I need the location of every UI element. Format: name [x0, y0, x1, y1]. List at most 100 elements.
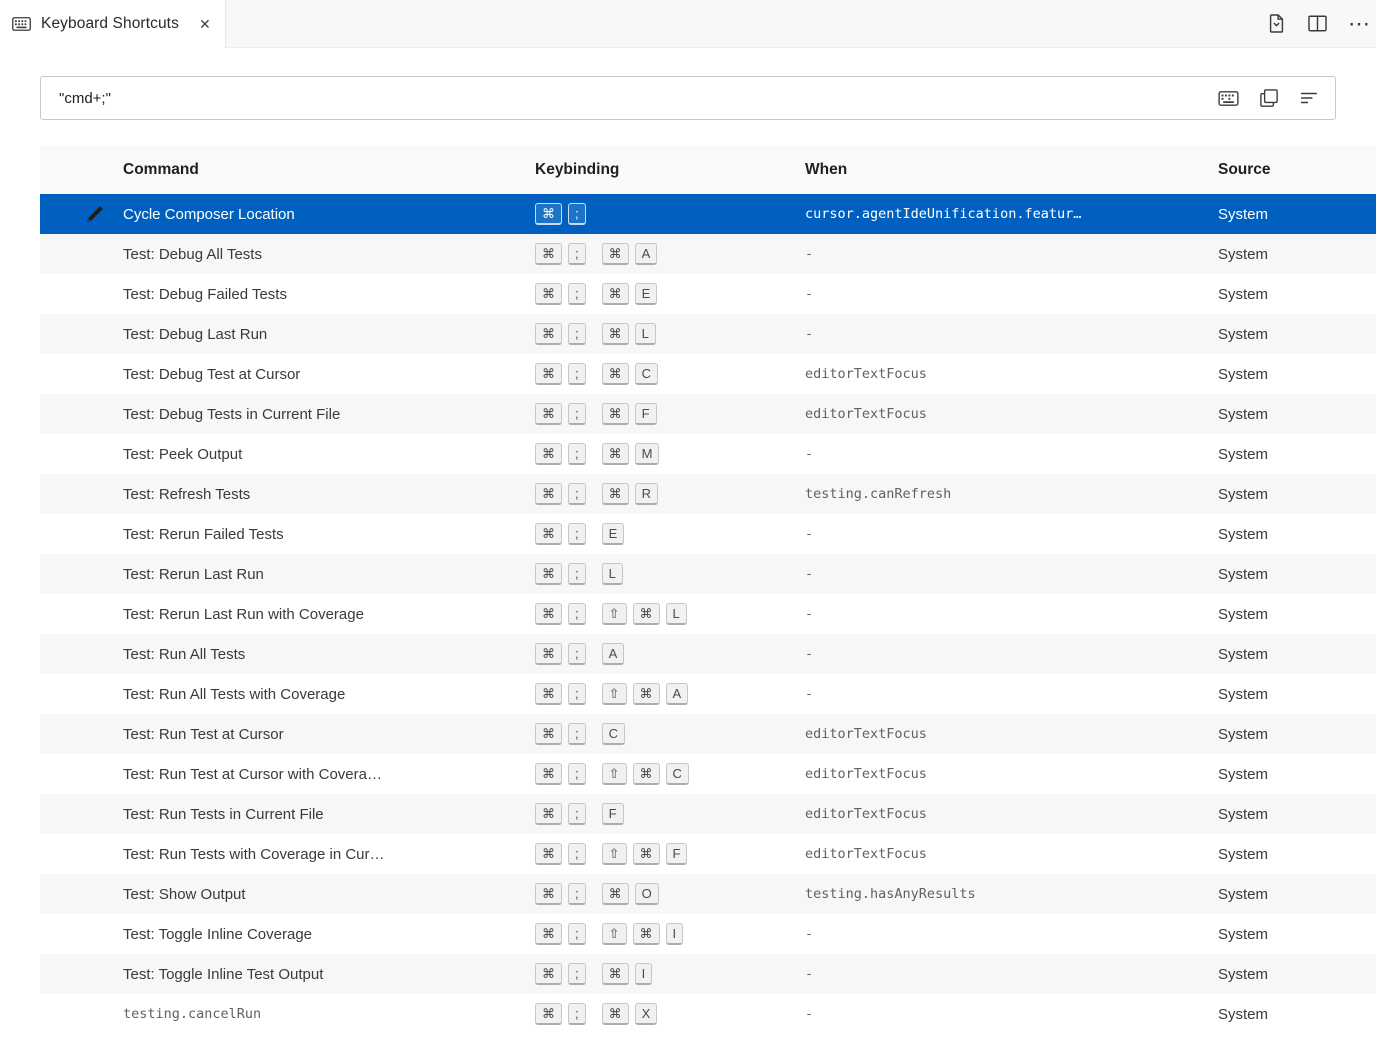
key-chord: E: [602, 523, 625, 545]
edit-pencil-icon[interactable]: [85, 365, 104, 384]
keybinding-cell: ⌘;⇧⌘C: [535, 763, 805, 785]
edit-pencil-icon[interactable]: [85, 325, 104, 344]
edit-pencil-icon[interactable]: [85, 405, 104, 424]
key-chord: ⌘;: [535, 683, 586, 705]
edit-pencil-icon[interactable]: [85, 725, 104, 744]
record-keys-icon[interactable]: [1218, 91, 1239, 106]
keybinding-cell: ⌘;⌘R: [535, 483, 805, 505]
edit-cell: [40, 365, 123, 384]
keybinding-row[interactable]: Test: Peek Output ⌘;⌘M - System: [40, 434, 1376, 474]
key-chip: ⌘: [633, 763, 660, 785]
keybinding-cell: ⌘;⌘A: [535, 243, 805, 265]
keybinding-row[interactable]: Test: Refresh Tests ⌘;⌘R testing.canRefr…: [40, 474, 1376, 514]
keybinding-row[interactable]: Test: Run All Tests with Coverage ⌘;⇧⌘A …: [40, 674, 1376, 714]
edit-pencil-icon[interactable]: [85, 805, 104, 824]
keybinding-row[interactable]: Test: Show Output ⌘;⌘O testing.hasAnyRes…: [40, 874, 1376, 914]
edit-pencil-icon[interactable]: [85, 525, 104, 544]
key-chord: ⌘I: [602, 963, 653, 985]
keybinding-row[interactable]: Test: Toggle Inline Coverage ⌘;⇧⌘I - Sys…: [40, 914, 1376, 954]
keybinding-row[interactable]: Test: Rerun Failed Tests ⌘;E - System: [40, 514, 1376, 554]
open-keybindings-json-icon[interactable]: [1266, 13, 1287, 34]
split-editor-icon[interactable]: [1307, 13, 1328, 34]
edit-pencil-icon[interactable]: [85, 205, 104, 224]
key-chip: ⌘: [602, 443, 629, 465]
edit-pencil-icon[interactable]: [85, 925, 104, 944]
key-chord: F: [602, 803, 624, 825]
key-chip: ⇧: [602, 603, 627, 625]
header-source: Source: [1218, 161, 1376, 179]
key-chip: ⌘: [535, 603, 562, 625]
key-chord: ⇧⌘F: [602, 843, 688, 865]
key-chord: ⌘L: [602, 323, 656, 345]
key-chip: ⌘: [535, 203, 562, 225]
keybinding-row[interactable]: Test: Run Tests with Coverage in Cur… ⌘;…: [40, 834, 1376, 874]
keybinding-row[interactable]: Test: Toggle Inline Test Output ⌘;⌘I - S…: [40, 954, 1376, 994]
source-cell: System: [1218, 886, 1376, 903]
more-actions-icon[interactable]: ⋯: [1348, 13, 1370, 35]
edit-pencil-icon[interactable]: [85, 605, 104, 624]
edit-pencil-icon[interactable]: [85, 1005, 104, 1024]
keybinding-row[interactable]: Test: Rerun Last Run with Coverage ⌘;⇧⌘L…: [40, 594, 1376, 634]
keybinding-row[interactable]: Test: Debug Test at Cursor ⌘;⌘C editorTe…: [40, 354, 1376, 394]
edit-pencil-icon[interactable]: [85, 845, 104, 864]
keybinding-row[interactable]: Test: Run Tests in Current File ⌘;F edit…: [40, 794, 1376, 834]
when-cell: editorTextFocus: [805, 366, 1218, 382]
keybindings-search-input[interactable]: [41, 77, 1218, 119]
keybinding-row[interactable]: Cycle Composer Location ⌘; cursor.agentI…: [40, 194, 1376, 234]
edit-pencil-icon[interactable]: [85, 285, 104, 304]
key-chip: ⌘: [535, 683, 562, 705]
keybinding-row[interactable]: Test: Rerun Last Run ⌘;L - System: [40, 554, 1376, 594]
key-chip: ;: [568, 243, 586, 265]
table-header: Command Keybinding When Source: [40, 146, 1376, 194]
key-chord: ⌘;: [535, 763, 586, 785]
key-chip: ⌘: [602, 483, 629, 505]
sort-by-precedence-icon[interactable]: [1259, 88, 1279, 108]
key-chip: ⌘: [633, 683, 660, 705]
edit-pencil-icon[interactable]: [85, 245, 104, 264]
close-tab-icon[interactable]: ✕: [199, 16, 211, 33]
key-chip: F: [602, 803, 624, 825]
edit-pencil-icon[interactable]: [85, 565, 104, 584]
edit-pencil-icon[interactable]: [85, 885, 104, 904]
key-chip: I: [666, 923, 684, 945]
when-cell: editorTextFocus: [805, 766, 1218, 782]
source-cell: System: [1218, 206, 1376, 223]
key-chip: ⇧: [602, 683, 627, 705]
command-cell: Test: Peek Output: [123, 446, 535, 463]
keybinding-row[interactable]: Test: Debug Last Run ⌘;⌘L - System: [40, 314, 1376, 354]
command-cell: Test: Rerun Last Run: [123, 566, 535, 583]
key-chip: ;: [568, 843, 586, 865]
keybinding-row[interactable]: testing.cancelRun ⌘;⌘X - System: [40, 994, 1376, 1034]
keybinding-row[interactable]: Test: Debug Failed Tests ⌘;⌘E - System: [40, 274, 1376, 314]
key-chord: ⌘;: [535, 283, 586, 305]
edit-pencil-icon[interactable]: [85, 445, 104, 464]
command-cell: Test: Toggle Inline Test Output: [123, 966, 535, 983]
keybinding-cell: ⌘;⌘C: [535, 363, 805, 385]
key-chip: ;: [568, 523, 586, 545]
edit-pencil-icon[interactable]: [85, 685, 104, 704]
keybinding-cell: ⌘;C: [535, 723, 805, 745]
edit-pencil-icon[interactable]: [85, 645, 104, 664]
keybinding-row[interactable]: Test: Run All Tests ⌘;A - System: [40, 634, 1376, 674]
key-chip: ⇧: [602, 923, 627, 945]
keybinding-row[interactable]: Test: Debug All Tests ⌘;⌘A - System: [40, 234, 1376, 274]
key-chip: ;: [568, 203, 586, 225]
key-chip: ⌘: [535, 843, 562, 865]
key-chip: ;: [568, 723, 586, 745]
tab-keyboard-shortcuts[interactable]: Keyboard Shortcuts ✕: [0, 0, 226, 48]
when-cell: testing.hasAnyResults: [805, 886, 1218, 902]
keybinding-cell: ⌘;L: [535, 563, 805, 585]
keybinding-row[interactable]: Test: Debug Tests in Current File ⌘;⌘F e…: [40, 394, 1376, 434]
key-chip: ;: [568, 963, 586, 985]
key-chord: ⌘O: [602, 883, 659, 905]
edit-pencil-icon[interactable]: [85, 965, 104, 984]
keybinding-row[interactable]: Test: Run Test at Cursor with Covera… ⌘;…: [40, 754, 1376, 794]
edit-pencil-icon[interactable]: [85, 485, 104, 504]
keybinding-cell: ⌘;⇧⌘L: [535, 603, 805, 625]
edit-pencil-icon[interactable]: [85, 765, 104, 784]
clear-search-icon[interactable]: [1299, 89, 1319, 107]
key-chord: ⌘M: [602, 443, 660, 465]
keybinding-row[interactable]: Test: Run Test at Cursor ⌘;C editorTextF…: [40, 714, 1376, 754]
key-chip: ⌘: [535, 523, 562, 545]
source-cell: System: [1218, 446, 1376, 463]
